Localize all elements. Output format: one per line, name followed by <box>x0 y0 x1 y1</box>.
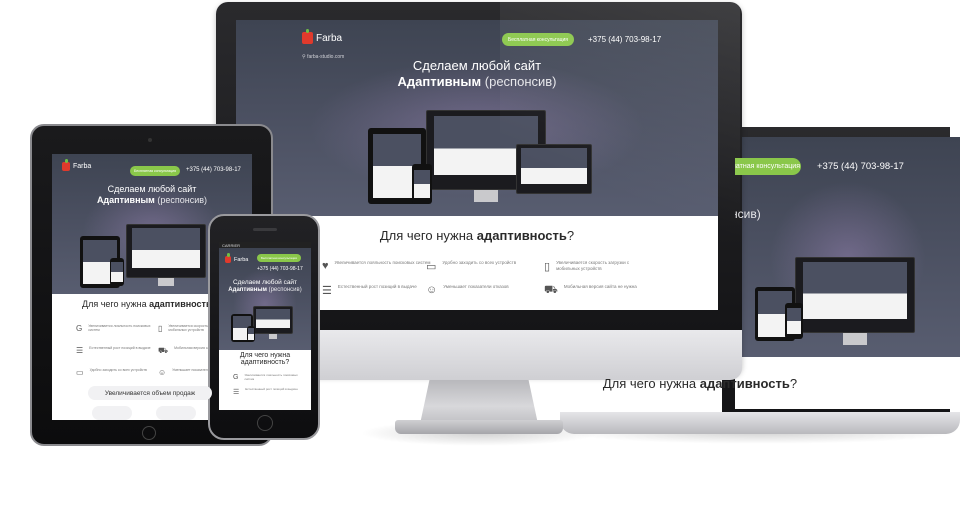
ipad-home-button[interactable] <box>142 426 156 440</box>
ipad-phone-number[interactable]: +375 (44) 703-98-17 <box>186 167 241 173</box>
ipad-mini-devices <box>76 224 236 294</box>
laptop-mini-devices <box>755 257 955 357</box>
truck-icon: ⛟ <box>544 284 558 296</box>
imac-foot <box>395 420 563 434</box>
iphone-feature-1: G Увеличивается лояльность поисковых сис… <box>233 373 305 382</box>
iphone-consult-button[interactable]: Бесплатная консультация <box>257 254 301 262</box>
imac-section-title-post: ? <box>566 228 575 243</box>
laptop-section-title-post: ? <box>789 376 798 391</box>
iphone-section-line2: адаптивность? <box>240 359 290 366</box>
imac-logo[interactable]: Farba <box>302 29 343 44</box>
imac-consult-button[interactable]: Бесплатная консультация <box>502 33 574 46</box>
imac-feature-6: ⛟ Мобильная версия сайта не нужна <box>544 284 654 298</box>
imac-feature-5-text: Уменьшает показатели отказов <box>443 284 509 289</box>
iphone-feature-2-text: Естественный рост позиций в выдаче <box>245 387 298 391</box>
list-icon: ☰ <box>322 285 332 297</box>
iphone-section-title: Для чего нужна адаптивность? <box>219 352 311 366</box>
imac-hero-bold: Адаптивным <box>397 74 482 89</box>
ipad-feature-5: ▭ Удобно заходить со всех устройств <box>76 368 156 377</box>
iphone-carrier: CARRIER <box>222 242 241 248</box>
imac-hero-title: Сделаем любой сайт Адаптивным (респонсив… <box>236 58 718 89</box>
iphone-hero-bold: Адаптивным <box>228 287 267 293</box>
laptop-hero-thin: нсив) <box>735 207 761 221</box>
iphone-feature-2: ☰ Естественный рост позиций в выдаче <box>233 387 305 396</box>
imac-hero: Farba ⚲ farba-studio.com Бесплатная конс… <box>236 20 718 216</box>
iphone-status-bar: CARRIER <box>219 242 311 248</box>
ipad-logo[interactable]: Farba <box>62 159 92 171</box>
imac-feature-6-text: Мобильная версия сайта не нужна <box>563 284 637 289</box>
ipad-hero: Farba Бесплатная консультация +375 (44) … <box>52 154 252 294</box>
ipad-feature-3-text: Естественный рост позиций в выдаче <box>89 346 151 350</box>
imac-feature-3: ▯ Увеличивается скорость загрузки с моби… <box>544 260 654 273</box>
ipad-bottom-card-1 <box>92 406 132 420</box>
imac-logo-text: Farba <box>316 32 343 44</box>
heart-icon: ♥ <box>322 260 329 272</box>
iphone-phone-number[interactable]: +375 (44) 703-98-17 <box>257 266 303 272</box>
ipad-bottom-card-2 <box>156 406 196 420</box>
ipad-hero-bold: Адаптивным <box>96 195 155 205</box>
imac-hero-thin: (респонсив) <box>484 74 557 89</box>
imac-feature-3-text: Увеличивается скорость загрузки с мобиль… <box>556 260 630 271</box>
imac-mini-devices <box>366 110 596 216</box>
devices-icon: ▭ <box>426 261 437 273</box>
imac-feature-4: ☰ Естественный рост позиций в выдаче <box>322 284 422 297</box>
ipad-feature-3: ☰ Естественный рост позиций в выдаче <box>76 346 156 355</box>
iphone-speaker <box>253 228 277 231</box>
ipad-smile-icon: ☺ <box>158 368 167 377</box>
laptop-consult-button[interactable]: Бесплатная консультация <box>735 158 801 175</box>
ipad-sales-pill[interactable]: Увеличивается объем продаж <box>88 386 212 400</box>
imac-stand <box>420 380 538 424</box>
iphone-hero-title: Сделаем любой сайт Адаптивным (респонсив… <box>219 279 311 293</box>
laptop-screen: Бесплатная консультация +375 (44) 703-98… <box>735 137 960 409</box>
ipad-devices-icon: ▭ <box>76 368 84 377</box>
iphone-logo-apple-icon <box>225 253 231 263</box>
ipad-hero-line1: Сделаем любой сайт <box>107 184 197 194</box>
iphone-google-icon: G <box>233 374 239 381</box>
iphone-hero-line1: Сделаем любой сайт <box>232 279 298 286</box>
imac-feature-4-text: Естественный рост позиций в выдаче <box>337 284 417 289</box>
imac-section-title-bold: адаптивность <box>476 228 567 243</box>
imac-section-title-pre: Для чего нужна <box>379 228 474 243</box>
laptop-section-title-bold: адаптивность <box>699 376 790 391</box>
ipad-feature-5-text: Удобно заходить со всех устройств <box>89 368 147 372</box>
google-icon: G <box>76 324 83 333</box>
imac-feature-2-text: Удобно заходить со всех устройств <box>442 260 517 265</box>
laptop-hero: Бесплатная консультация +375 (44) 703-98… <box>735 137 960 357</box>
ipad-logo-text: Farba <box>73 163 92 170</box>
ipad-feature-1-text: Увеличивается лояльность поисковых систе… <box>88 324 151 333</box>
responsive-devices-mockup: Бесплатная консультация +375 (44) 703-98… <box>0 0 960 516</box>
ipad-hero-thin: (респонсив) <box>157 195 208 205</box>
ipad-logo-apple-icon <box>62 159 70 171</box>
ipad-camera <box>148 138 152 142</box>
ipad-hero-title: Сделаем любой сайт Адаптивным (респонсив… <box>52 184 252 205</box>
iphone-section-line1: Для чего нужна <box>239 352 291 359</box>
imac-phone-number[interactable]: +375 (44) 703-98-17 <box>588 35 661 44</box>
laptop-section-title: Для чего нужна адаптивность? <box>590 376 810 391</box>
iphone-hero-thin: (респонсив) <box>268 287 302 293</box>
iphone-feature-1-text: Увеличивается лояльность поисковых систе… <box>244 373 298 381</box>
iphone-mini-devices <box>229 306 301 346</box>
imac-feature-2: ▭ Удобно заходить со всех устройств <box>426 260 546 273</box>
ipad-consult-button[interactable]: Бесплатная консультация <box>130 166 180 176</box>
phone-icon: ▯ <box>544 261 551 273</box>
ipad-truck-icon: ⛟ <box>158 346 169 355</box>
ipad-section-title-pre: Для чего нужна <box>82 299 147 309</box>
laptop-phone-number[interactable]: +375 (44) 703-98-17 <box>817 161 904 172</box>
laptop-base <box>560 412 960 434</box>
iphone-logo-text: Farba <box>234 256 249 263</box>
imac-hero-line1: Сделаем любой сайт <box>412 58 542 73</box>
ipad-feature-1: G Увеличивается лояльность поисковых сис… <box>76 324 156 333</box>
laptop-section-title-pre: Для чего нужна <box>602 376 697 391</box>
imac-feature-5: ☺ Уменьшает показатели отказов <box>426 284 526 296</box>
iphone-white-section: Для чего нужна адаптивность? G Увеличива… <box>219 350 311 410</box>
smile-icon: ☺ <box>426 284 438 296</box>
ipad-section-title-bold: адаптивность <box>149 299 212 309</box>
iphone-list-icon: ☰ <box>233 389 240 396</box>
logo-apple-icon <box>302 29 313 44</box>
iphone-home-button[interactable] <box>257 415 273 431</box>
ipad-list-icon: ☰ <box>76 346 84 355</box>
iphone-logo[interactable]: Farba <box>225 253 249 263</box>
imac-feature-1-text: Увеличивается лояльность поисковых систе… <box>334 260 431 265</box>
ipad-phone-icon: ▯ <box>158 324 163 333</box>
